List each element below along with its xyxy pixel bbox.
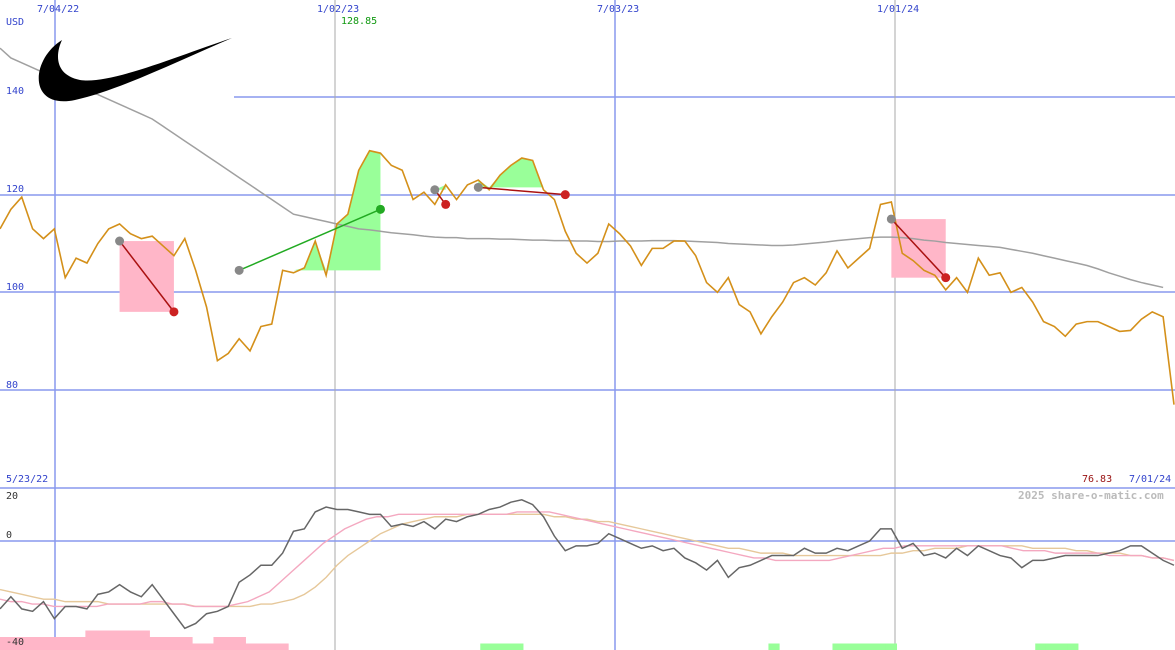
oscillator-tick-label: -40 (6, 637, 24, 648)
volume-bar (138, 630, 150, 650)
volume-bar (490, 643, 503, 650)
signal-start-point (115, 236, 125, 246)
volume-bar (224, 637, 236, 650)
price-tick-label: 100 (6, 282, 24, 293)
price-line (0, 149, 1175, 405)
date-tick-label: 7/03/23 (597, 4, 639, 15)
stock-chart: USD 7/04/22 1/02/23 7/03/23 1/01/24 128.… (0, 0, 1175, 650)
oscillator-line (0, 511, 1175, 608)
sell-signal-point (375, 204, 385, 214)
price-tick-label: 80 (6, 380, 18, 391)
date-tick-label: 1/02/23 (317, 4, 359, 15)
volume-bar (170, 637, 182, 650)
volume-bar (480, 643, 492, 650)
volume-bar (106, 630, 118, 650)
volume-bar (160, 637, 172, 650)
oscillator-layer (0, 498, 1175, 630)
volume-bar (202, 643, 214, 650)
currency-label: USD (6, 17, 24, 28)
grid-layer (0, 0, 1175, 650)
volume-bar (32, 637, 44, 650)
volume-bar (192, 643, 204, 650)
signal-end-point (941, 273, 951, 283)
volume-bar (885, 643, 898, 650)
volume-bar (128, 630, 140, 650)
volume-bar (213, 637, 225, 650)
price-tick-label: 120 (6, 184, 24, 195)
volume-bar (864, 643, 876, 650)
buy-signal-fill (478, 158, 566, 188)
volume-bar (181, 637, 193, 650)
volume-bar (843, 643, 855, 650)
oscillator-tick-label: 20 (6, 491, 18, 502)
volume-bar (74, 637, 86, 650)
volume-bar (85, 630, 97, 650)
high-value-label: 128.85 (341, 16, 377, 27)
volume-bar (245, 643, 257, 650)
volume-bar (832, 643, 844, 650)
oscillator-line (0, 513, 1175, 608)
volume-bar (117, 630, 129, 650)
start-date-label: 5/23/22 (6, 474, 48, 485)
last-value-label: 76.83 (1082, 474, 1112, 485)
date-tick-label: 1/01/24 (877, 4, 919, 15)
moving-average-line (0, 47, 1164, 289)
buy-signal-point (430, 185, 440, 195)
volume-bar (501, 643, 513, 650)
date-tick-label: 7/04/22 (37, 4, 79, 15)
volume-bar (512, 643, 524, 650)
volume-bar (875, 643, 887, 650)
end-date-label: 7/01/24 (1129, 474, 1171, 485)
volume-bar (277, 643, 289, 650)
buy-signal-line (478, 186, 566, 196)
volume-bar (149, 637, 161, 650)
volume-bar (1067, 643, 1079, 650)
volume-bar (266, 643, 278, 650)
volume-bar (853, 643, 865, 650)
volume-bar (53, 637, 65, 650)
signal-layer (115, 182, 951, 317)
volume-bar (234, 637, 246, 650)
signal-start-point (886, 214, 896, 224)
volume-bar (256, 643, 268, 650)
volume-bar (64, 637, 76, 650)
volume-bar (1056, 643, 1068, 650)
volume-layer (0, 630, 1079, 650)
oscillator-tick-label: 0 (6, 530, 12, 541)
volume-bar (768, 643, 780, 650)
signal-fill-layer (119, 150, 946, 312)
volume-bar (1035, 643, 1047, 650)
watermark: 2025 share-o-matic.com (1018, 489, 1164, 502)
buy-signal-point (473, 182, 483, 192)
signal-end-point (169, 307, 179, 317)
volume-bar (96, 630, 108, 650)
buy-signal-point (234, 265, 244, 275)
volume-bar (1045, 643, 1058, 650)
price-tick-label: 140 (6, 86, 24, 97)
sell-signal-point (441, 199, 451, 209)
volume-bar (42, 637, 54, 650)
sell-signal-point (560, 190, 570, 200)
swoosh-icon (38, 38, 233, 102)
